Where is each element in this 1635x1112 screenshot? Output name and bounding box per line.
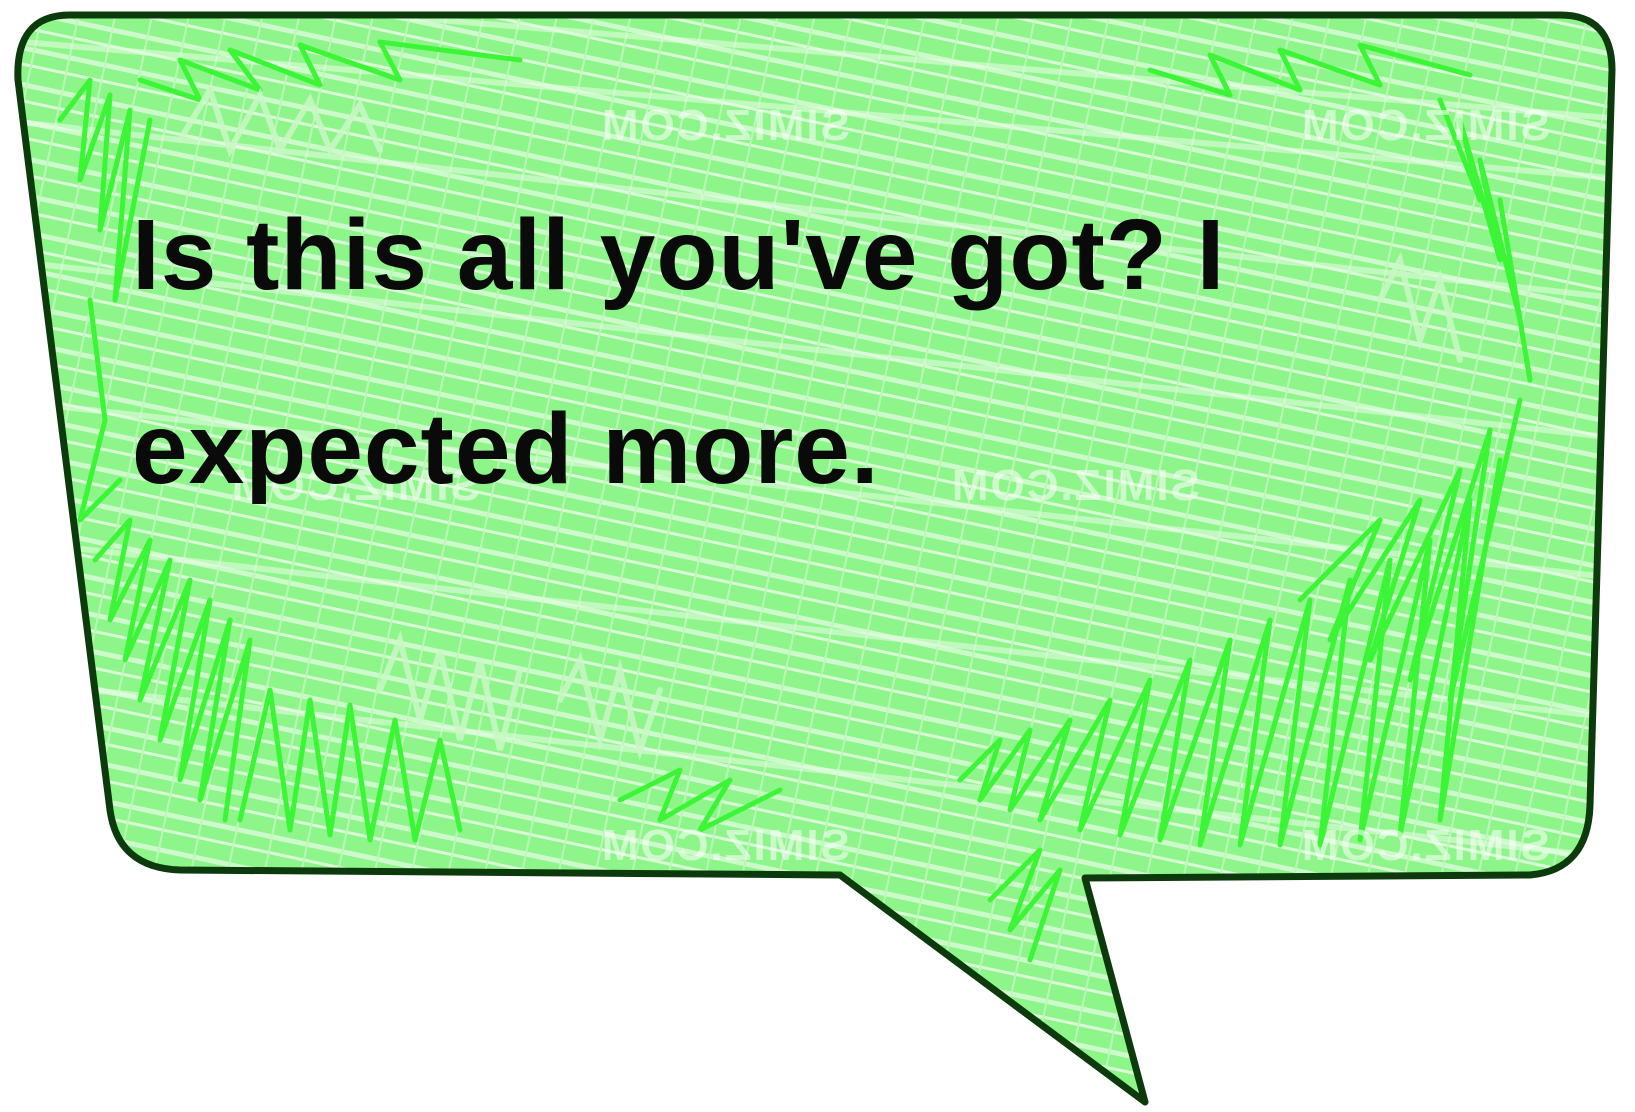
speech-bubble-illustration: SIMIZ.COM SIMIZ.COM SIMIZ.COM SIMIZ.COM … [0,0,1635,1112]
watermark-text: SIMIZ.COM [600,101,850,150]
speech-line-1: Is this all you've got? I [132,199,1226,311]
watermark-text: SIMIZ.COM [600,821,850,870]
watermark-text: SIMIZ.COM [1300,821,1550,870]
speech-bubble-text: Is this all you've got? I expected more. [132,158,1462,546]
watermark-text: SIMIZ.COM [1300,101,1550,150]
speech-line-2: expected more. [132,393,880,505]
